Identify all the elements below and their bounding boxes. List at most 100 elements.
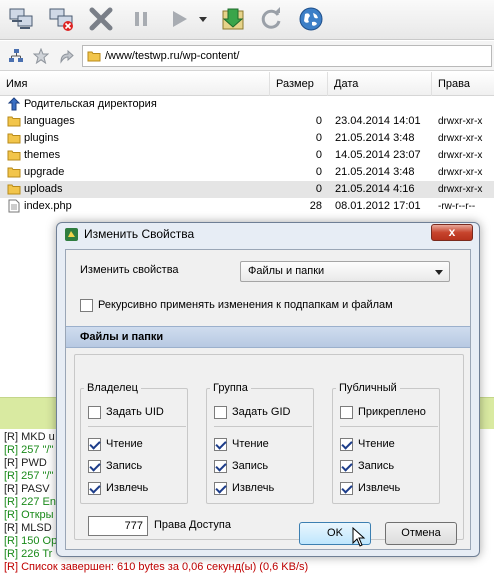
owner-special-checkbox[interactable]: [88, 406, 101, 419]
public-write-label: Запись: [358, 460, 395, 472]
log-line: [R] 226 Tr: [4, 548, 53, 560]
close-icon: x: [448, 225, 456, 239]
log-line: [R] PASV: [4, 483, 50, 495]
file-size: 0: [315, 115, 322, 127]
file-date: 08.01.2012 17:01: [335, 200, 421, 212]
dropdown-arrow-icon[interactable]: [196, 4, 210, 34]
file-name: themes: [24, 149, 61, 161]
log-line: [R] MKD u: [4, 431, 55, 443]
file-icon: [7, 199, 21, 213]
folder-icon: [7, 165, 21, 179]
public-group-title: Публичный: [336, 382, 400, 394]
log-line: [R] MLSD: [4, 522, 52, 534]
owner-special-label: Задать UID: [106, 406, 164, 418]
log-line: [R] Список завершен: 610 bytes за 0,06 с…: [4, 561, 309, 573]
group-write-checkbox[interactable]: [214, 460, 227, 473]
owner-exec-checkbox[interactable]: [88, 482, 101, 495]
table-row[interactable]: plugins 0 21.05.2014 3:48 drwxr-xr-x: [0, 130, 494, 147]
folder-icon: [7, 114, 21, 128]
divider: [340, 426, 438, 427]
chevron-down-icon: [435, 270, 443, 275]
section-header: Файлы и папки: [66, 326, 470, 348]
table-row[interactable]: themes 0 14.05.2014 23:07 drwxr-xr-x: [0, 147, 494, 164]
dialog-titlebar[interactable]: Изменить Свойства x: [57, 223, 479, 245]
file-size: 0: [315, 149, 322, 161]
public-read-checkbox[interactable]: [340, 438, 353, 451]
permissions-label: Права Доступа: [154, 519, 231, 531]
file-permissions: drwxr-xr-x: [438, 133, 483, 144]
table-row[interactable]: upgrade 0 21.05.2014 3:48 drwxr-xr-x: [0, 164, 494, 181]
address-bar: /www/testwp.ru/wp-content/: [0, 41, 494, 71]
table-row[interactable]: uploads 0 21.05.2014 4:16 drwxr-xr-x: [0, 181, 494, 198]
parent-directory-label: Родительская директория: [24, 98, 157, 110]
owner-read-label: Чтение: [106, 438, 143, 450]
app-icon: [64, 227, 79, 245]
column-name[interactable]: Имя: [0, 72, 270, 96]
folder-icon: [7, 148, 21, 162]
log-line: [R] PWD: [4, 457, 47, 469]
table-row[interactable]: languages 0 23.04.2014 14:01 drwxr-xr-x: [0, 113, 494, 130]
recursive-label: Рекурсивно применять изменения к подпапк…: [98, 299, 393, 311]
section-title: Файлы и папки: [80, 331, 164, 343]
log-line: [R] Откры: [4, 509, 54, 521]
file-date: 21.05.2014 3:48: [335, 132, 415, 144]
cancel-button[interactable]: Отмена: [385, 522, 457, 545]
stop-icon[interactable]: [86, 4, 116, 34]
column-size[interactable]: Размер: [270, 72, 328, 96]
play-icon[interactable]: [164, 4, 194, 34]
pause-icon[interactable]: [126, 4, 156, 34]
path-input[interactable]: /www/testwp.ru/wp-content/: [82, 45, 492, 67]
mouse-cursor-icon: [352, 526, 366, 550]
owner-read-checkbox[interactable]: [88, 438, 101, 451]
file-size: 28: [309, 200, 322, 212]
divider: [214, 426, 312, 427]
file-date: 21.05.2014 4:16: [335, 183, 415, 195]
group-special-checkbox[interactable]: [214, 406, 227, 419]
owner-exec-label: Извлечь: [106, 482, 149, 494]
recursive-checkbox[interactable]: [80, 299, 93, 312]
toolbar: [0, 0, 494, 40]
properties-dialog: Изменить Свойства x Изменить свойства Фа…: [56, 222, 480, 557]
disconnect-icon[interactable]: [46, 4, 76, 34]
owner-write-label: Запись: [106, 460, 143, 472]
dialog-body: Изменить свойства Файлы и папки Рекурсив…: [65, 249, 471, 550]
parent-directory-row[interactable]: Родительская директория: [0, 96, 494, 113]
divider: [88, 426, 186, 427]
file-date: 21.05.2014 3:48: [335, 166, 415, 178]
up-arrow-icon[interactable]: [58, 48, 74, 64]
column-permissions[interactable]: Права: [432, 72, 494, 96]
close-button[interactable]: x: [431, 224, 473, 241]
sync-icon[interactable]: [218, 4, 248, 34]
group-special-label: Задать GID: [232, 406, 291, 418]
connect-icon[interactable]: [6, 4, 36, 34]
log-line: [R] 227 En: [4, 496, 56, 508]
file-name: index.php: [24, 200, 72, 212]
column-date[interactable]: Дата: [328, 72, 432, 96]
owner-write-checkbox[interactable]: [88, 460, 101, 473]
globe-icon[interactable]: [296, 4, 326, 34]
public-special-checkbox[interactable]: [340, 406, 353, 419]
file-permissions: drwxr-xr-x: [438, 184, 483, 195]
permissions-input[interactable]: 777: [88, 516, 148, 536]
parent-up-icon: [7, 97, 21, 111]
public-special-label: Прикреплено: [358, 406, 426, 418]
log-line: [R] 150 Op: [4, 535, 58, 547]
group-read-checkbox[interactable]: [214, 438, 227, 451]
dialog-title: Изменить Свойства: [84, 227, 195, 241]
file-name: uploads: [24, 183, 63, 195]
refresh-icon[interactable]: [256, 4, 286, 34]
apply-to-select[interactable]: Файлы и папки: [240, 261, 450, 282]
file-name: plugins: [24, 132, 59, 144]
group-group-title: Группа: [210, 382, 251, 394]
public-exec-label: Извлечь: [358, 482, 401, 494]
file-size: 0: [315, 166, 322, 178]
public-exec-checkbox[interactable]: [340, 482, 353, 495]
sitemap-icon[interactable]: [8, 48, 24, 64]
folder-icon: [87, 49, 101, 66]
log-line: [R] 257 "/": [4, 470, 54, 482]
table-row[interactable]: index.php 28 08.01.2012 17:01 -rw-r--r--: [0, 198, 494, 215]
group-exec-checkbox[interactable]: [214, 482, 227, 495]
path-text: /www/testwp.ru/wp-content/: [105, 50, 240, 62]
public-write-checkbox[interactable]: [340, 460, 353, 473]
star-icon[interactable]: [32, 47, 50, 65]
